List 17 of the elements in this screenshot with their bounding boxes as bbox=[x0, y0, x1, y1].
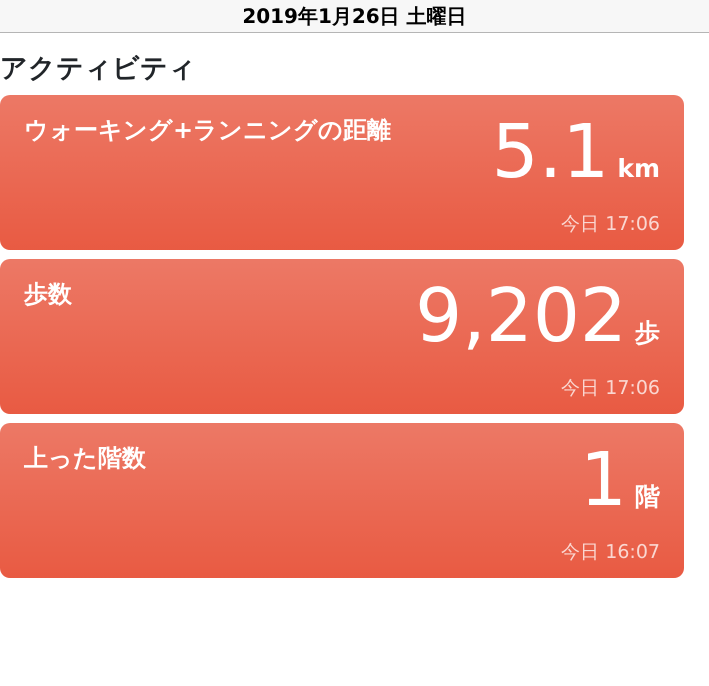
metric-unit: 階 bbox=[635, 481, 660, 514]
metric-value: 9,202 bbox=[415, 279, 627, 354]
metric-value: 5.1 bbox=[492, 115, 610, 190]
metric-unit: 歩 bbox=[635, 317, 660, 350]
timestamp: 今日 17:06 bbox=[561, 376, 660, 401]
date-title: 2019年1月26日 土曜日 bbox=[242, 3, 467, 30]
activity-card[interactable]: 上った階数 1 階 今日 16:07 bbox=[0, 423, 684, 578]
section-title: アクティビティ bbox=[0, 53, 197, 86]
metric-value: 1 bbox=[580, 443, 627, 518]
metric-unit: km bbox=[617, 153, 660, 186]
card-title: 上った階数 bbox=[24, 443, 146, 474]
activity-card[interactable]: 歩数 9,202 歩 今日 17:06 bbox=[0, 259, 684, 414]
activity-card[interactable]: ウォーキング+ランニングの距離 5.1 km 今日 17:06 bbox=[0, 95, 684, 250]
card-title: ウォーキング+ランニングの距離 bbox=[24, 115, 392, 146]
timestamp: 今日 17:06 bbox=[561, 212, 660, 237]
card-title: 歩数 bbox=[24, 279, 72, 310]
timestamp: 今日 16:07 bbox=[561, 540, 660, 565]
